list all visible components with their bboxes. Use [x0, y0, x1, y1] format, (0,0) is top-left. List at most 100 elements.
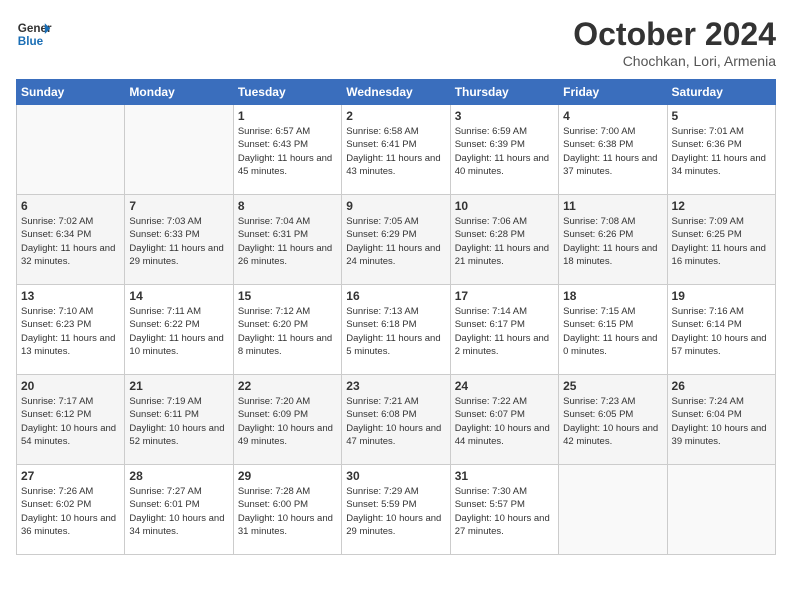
header-tuesday: Tuesday [233, 80, 341, 105]
location-subtitle: Chochkan, Lori, Armenia [573, 53, 776, 69]
calendar-cell: 29 Sunrise: 7:28 AMSunset: 6:00 PMDaylig… [233, 465, 341, 555]
header-monday: Monday [125, 80, 233, 105]
calendar-cell [17, 105, 125, 195]
day-number: 12 [672, 199, 771, 213]
calendar-cell: 4 Sunrise: 7:00 AMSunset: 6:38 PMDayligh… [559, 105, 667, 195]
day-info: Sunrise: 7:20 AMSunset: 6:09 PMDaylight:… [238, 395, 337, 448]
day-info: Sunrise: 7:08 AMSunset: 6:26 PMDaylight:… [563, 215, 662, 268]
day-info: Sunrise: 7:12 AMSunset: 6:20 PMDaylight:… [238, 305, 337, 358]
calendar-cell: 31 Sunrise: 7:30 AMSunset: 5:57 PMDaylig… [450, 465, 558, 555]
calendar-week-row: 6 Sunrise: 7:02 AMSunset: 6:34 PMDayligh… [17, 195, 776, 285]
day-info: Sunrise: 7:19 AMSunset: 6:11 PMDaylight:… [129, 395, 228, 448]
calendar-cell: 20 Sunrise: 7:17 AMSunset: 6:12 PMDaylig… [17, 375, 125, 465]
day-info: Sunrise: 7:09 AMSunset: 6:25 PMDaylight:… [672, 215, 771, 268]
day-number: 17 [455, 289, 554, 303]
calendar-cell: 7 Sunrise: 7:03 AMSunset: 6:33 PMDayligh… [125, 195, 233, 285]
day-number: 18 [563, 289, 662, 303]
day-info: Sunrise: 7:02 AMSunset: 6:34 PMDaylight:… [21, 215, 120, 268]
calendar-cell: 17 Sunrise: 7:14 AMSunset: 6:17 PMDaylig… [450, 285, 558, 375]
calendar-cell [559, 465, 667, 555]
day-number: 3 [455, 109, 554, 123]
day-number: 9 [346, 199, 445, 213]
day-info: Sunrise: 7:01 AMSunset: 6:36 PMDaylight:… [672, 125, 771, 178]
day-info: Sunrise: 7:13 AMSunset: 6:18 PMDaylight:… [346, 305, 445, 358]
calendar-header-row: Sunday Monday Tuesday Wednesday Thursday… [17, 80, 776, 105]
title-block: October 2024 Chochkan, Lori, Armenia [573, 16, 776, 69]
calendar-cell: 19 Sunrise: 7:16 AMSunset: 6:14 PMDaylig… [667, 285, 775, 375]
day-number: 10 [455, 199, 554, 213]
calendar-cell: 28 Sunrise: 7:27 AMSunset: 6:01 PMDaylig… [125, 465, 233, 555]
calendar-cell: 11 Sunrise: 7:08 AMSunset: 6:26 PMDaylig… [559, 195, 667, 285]
day-info: Sunrise: 7:06 AMSunset: 6:28 PMDaylight:… [455, 215, 554, 268]
calendar-cell: 8 Sunrise: 7:04 AMSunset: 6:31 PMDayligh… [233, 195, 341, 285]
day-number: 24 [455, 379, 554, 393]
calendar-table: Sunday Monday Tuesday Wednesday Thursday… [16, 79, 776, 555]
day-number: 5 [672, 109, 771, 123]
calendar-week-row: 27 Sunrise: 7:26 AMSunset: 6:02 PMDaylig… [17, 465, 776, 555]
logo: General Blue [16, 16, 52, 52]
day-info: Sunrise: 7:21 AMSunset: 6:08 PMDaylight:… [346, 395, 445, 448]
header-friday: Friday [559, 80, 667, 105]
day-number: 19 [672, 289, 771, 303]
day-number: 15 [238, 289, 337, 303]
calendar-cell: 12 Sunrise: 7:09 AMSunset: 6:25 PMDaylig… [667, 195, 775, 285]
logo-icon: General Blue [16, 16, 52, 52]
day-number: 27 [21, 469, 120, 483]
day-info: Sunrise: 7:03 AMSunset: 6:33 PMDaylight:… [129, 215, 228, 268]
day-info: Sunrise: 7:15 AMSunset: 6:15 PMDaylight:… [563, 305, 662, 358]
day-number: 6 [21, 199, 120, 213]
day-info: Sunrise: 7:05 AMSunset: 6:29 PMDaylight:… [346, 215, 445, 268]
day-number: 31 [455, 469, 554, 483]
calendar-week-row: 20 Sunrise: 7:17 AMSunset: 6:12 PMDaylig… [17, 375, 776, 465]
calendar-cell: 22 Sunrise: 7:20 AMSunset: 6:09 PMDaylig… [233, 375, 341, 465]
calendar-cell: 15 Sunrise: 7:12 AMSunset: 6:20 PMDaylig… [233, 285, 341, 375]
day-number: 25 [563, 379, 662, 393]
calendar-cell: 14 Sunrise: 7:11 AMSunset: 6:22 PMDaylig… [125, 285, 233, 375]
calendar-cell: 26 Sunrise: 7:24 AMSunset: 6:04 PMDaylig… [667, 375, 775, 465]
day-info: Sunrise: 7:30 AMSunset: 5:57 PMDaylight:… [455, 485, 554, 538]
svg-text:Blue: Blue [18, 35, 44, 48]
day-number: 26 [672, 379, 771, 393]
calendar-cell: 23 Sunrise: 7:21 AMSunset: 6:08 PMDaylig… [342, 375, 450, 465]
calendar-cell: 2 Sunrise: 6:58 AMSunset: 6:41 PMDayligh… [342, 105, 450, 195]
day-number: 13 [21, 289, 120, 303]
page-header: General Blue October 2024 Chochkan, Lori… [16, 16, 776, 69]
day-info: Sunrise: 7:28 AMSunset: 6:00 PMDaylight:… [238, 485, 337, 538]
calendar-cell: 1 Sunrise: 6:57 AMSunset: 6:43 PMDayligh… [233, 105, 341, 195]
header-thursday: Thursday [450, 80, 558, 105]
day-info: Sunrise: 7:27 AMSunset: 6:01 PMDaylight:… [129, 485, 228, 538]
calendar-cell [125, 105, 233, 195]
calendar-cell: 3 Sunrise: 6:59 AMSunset: 6:39 PMDayligh… [450, 105, 558, 195]
day-info: Sunrise: 7:22 AMSunset: 6:07 PMDaylight:… [455, 395, 554, 448]
day-info: Sunrise: 7:23 AMSunset: 6:05 PMDaylight:… [563, 395, 662, 448]
calendar-week-row: 1 Sunrise: 6:57 AMSunset: 6:43 PMDayligh… [17, 105, 776, 195]
day-number: 21 [129, 379, 228, 393]
calendar-cell: 30 Sunrise: 7:29 AMSunset: 5:59 PMDaylig… [342, 465, 450, 555]
calendar-week-row: 13 Sunrise: 7:10 AMSunset: 6:23 PMDaylig… [17, 285, 776, 375]
day-info: Sunrise: 7:04 AMSunset: 6:31 PMDaylight:… [238, 215, 337, 268]
day-info: Sunrise: 7:17 AMSunset: 6:12 PMDaylight:… [21, 395, 120, 448]
day-number: 2 [346, 109, 445, 123]
calendar-cell: 18 Sunrise: 7:15 AMSunset: 6:15 PMDaylig… [559, 285, 667, 375]
day-info: Sunrise: 7:24 AMSunset: 6:04 PMDaylight:… [672, 395, 771, 448]
header-saturday: Saturday [667, 80, 775, 105]
day-number: 7 [129, 199, 228, 213]
calendar-cell: 6 Sunrise: 7:02 AMSunset: 6:34 PMDayligh… [17, 195, 125, 285]
calendar-cell: 24 Sunrise: 7:22 AMSunset: 6:07 PMDaylig… [450, 375, 558, 465]
day-info: Sunrise: 7:16 AMSunset: 6:14 PMDaylight:… [672, 305, 771, 358]
day-number: 16 [346, 289, 445, 303]
calendar-cell: 21 Sunrise: 7:19 AMSunset: 6:11 PMDaylig… [125, 375, 233, 465]
calendar-cell: 25 Sunrise: 7:23 AMSunset: 6:05 PMDaylig… [559, 375, 667, 465]
calendar-cell: 10 Sunrise: 7:06 AMSunset: 6:28 PMDaylig… [450, 195, 558, 285]
day-number: 4 [563, 109, 662, 123]
day-info: Sunrise: 6:59 AMSunset: 6:39 PMDaylight:… [455, 125, 554, 178]
day-number: 23 [346, 379, 445, 393]
header-wednesday: Wednesday [342, 80, 450, 105]
day-info: Sunrise: 7:11 AMSunset: 6:22 PMDaylight:… [129, 305, 228, 358]
day-number: 1 [238, 109, 337, 123]
day-info: Sunrise: 7:10 AMSunset: 6:23 PMDaylight:… [21, 305, 120, 358]
day-number: 22 [238, 379, 337, 393]
day-info: Sunrise: 6:57 AMSunset: 6:43 PMDaylight:… [238, 125, 337, 178]
day-number: 11 [563, 199, 662, 213]
calendar-cell: 27 Sunrise: 7:26 AMSunset: 6:02 PMDaylig… [17, 465, 125, 555]
